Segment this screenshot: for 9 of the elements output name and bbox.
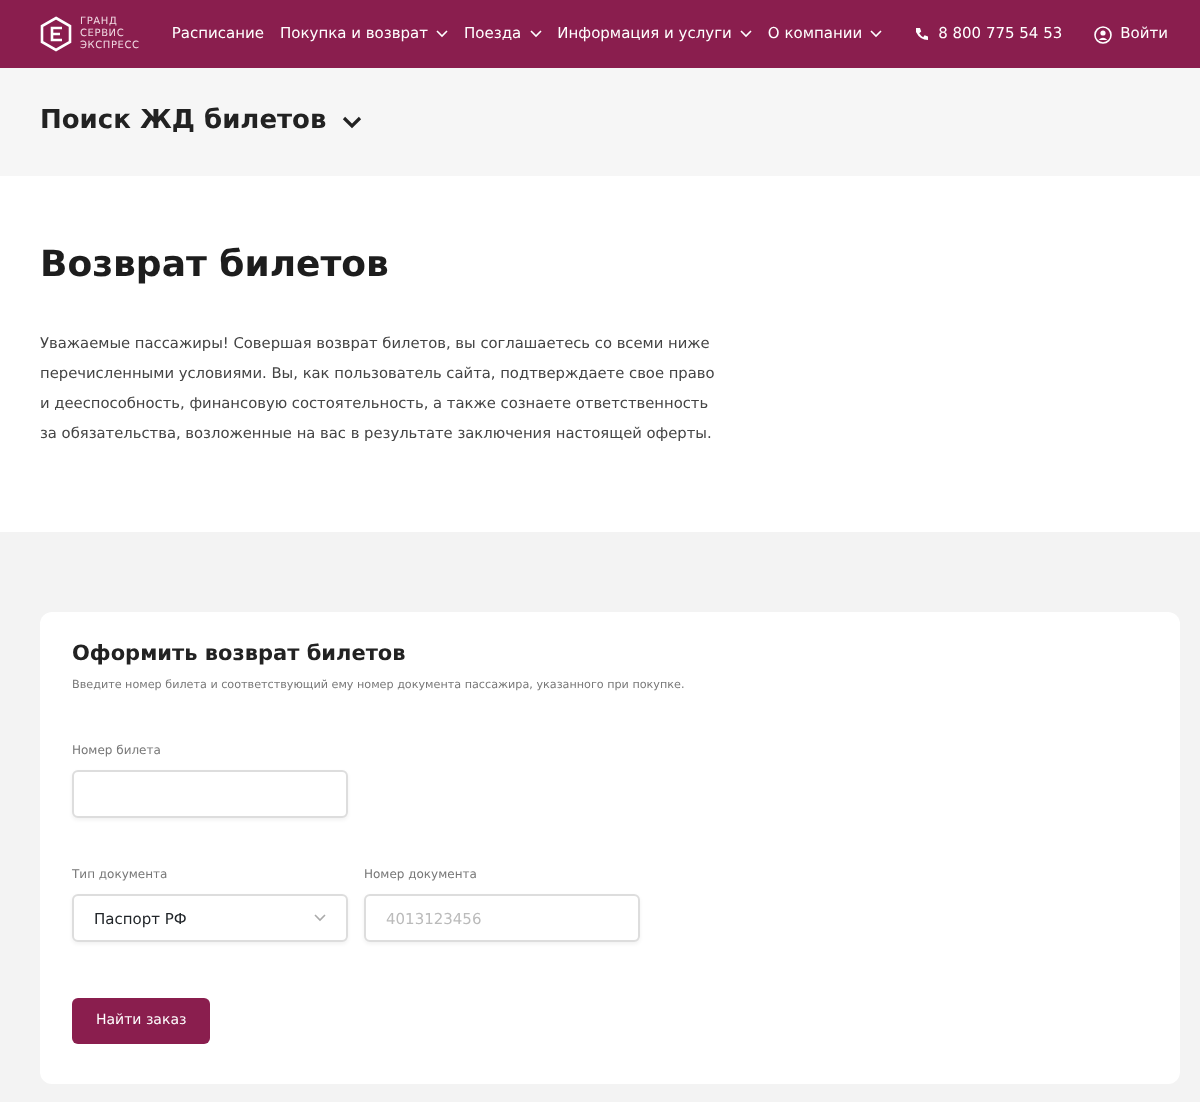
caret-icon	[314, 914, 326, 923]
search-dropdown[interactable]: Поиск ЖД билетов	[40, 102, 363, 142]
page-title: Возврат билетов	[40, 244, 391, 288]
user-icon	[1094, 25, 1113, 43]
ticket-number-field[interactable]	[72, 770, 348, 819]
logo-icon	[40, 16, 72, 52]
phone-icon	[914, 26, 931, 42]
form-title: Оформить возврат билетов	[72, 640, 408, 670]
chevron-icon	[342, 115, 363, 129]
